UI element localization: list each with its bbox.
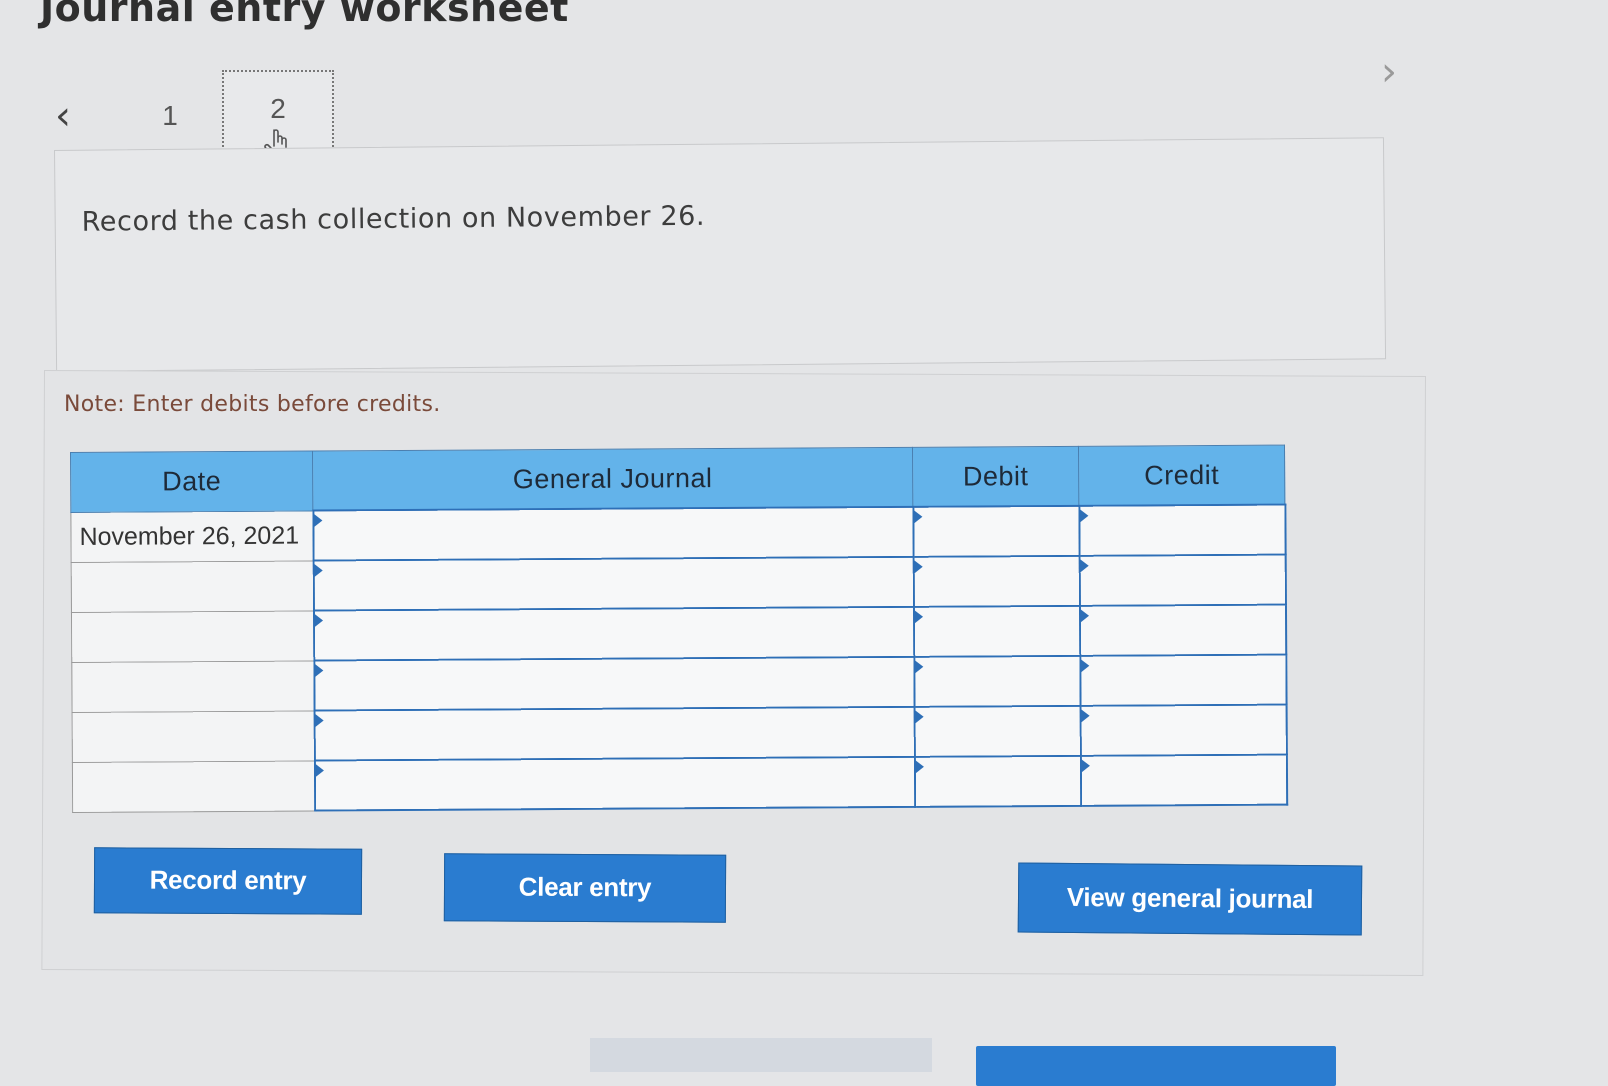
- account-cell[interactable]: [313, 556, 914, 611]
- table-row: [72, 754, 1287, 812]
- step-tab-label: 2: [270, 93, 286, 124]
- credit-cell[interactable]: [1079, 604, 1286, 656]
- table-header-row: Date General Journal Debit Credit: [70, 445, 1285, 512]
- date-cell[interactable]: [72, 710, 315, 762]
- credit-cell[interactable]: [1080, 754, 1287, 806]
- step-tab-1[interactable]: 1: [150, 96, 190, 136]
- debit-cell[interactable]: [913, 655, 1081, 707]
- dropdown-marker-icon: [314, 763, 324, 778]
- credit-cell[interactable]: [1079, 554, 1286, 606]
- account-cell[interactable]: [312, 506, 914, 561]
- dropdown-marker-icon: [1078, 508, 1088, 523]
- table-row: [71, 604, 1286, 662]
- dropdown-marker-icon: [1079, 608, 1089, 623]
- dropdown-marker-icon: [914, 709, 924, 724]
- step-tab-label: 1: [162, 100, 178, 131]
- debit-cell[interactable]: [914, 755, 1081, 807]
- table-row: [71, 654, 1287, 712]
- dropdown-marker-icon: [912, 509, 922, 524]
- dropdown-marker-icon: [1080, 758, 1090, 773]
- date-cell[interactable]: November 26, 2021: [70, 510, 314, 562]
- dropdown-marker-icon: [913, 609, 923, 624]
- dropdown-marker-icon: [913, 659, 923, 674]
- view-general-journal-button[interactable]: View general journal: [1017, 862, 1363, 936]
- column-header-general-journal: General Journal: [312, 447, 913, 511]
- date-cell[interactable]: [72, 760, 315, 812]
- credit-cell[interactable]: [1078, 504, 1286, 556]
- journal-table: Date General Journal Debit Credit Novemb…: [70, 445, 1288, 813]
- table-row: [72, 704, 1287, 762]
- date-cell[interactable]: [71, 560, 314, 612]
- credit-cell[interactable]: [1079, 654, 1287, 706]
- chevron-right-icon[interactable]: ›: [1372, 48, 1406, 96]
- page-title: Journal entry worksheet: [40, 0, 569, 30]
- dropdown-marker-icon: [314, 713, 324, 728]
- account-cell[interactable]: [314, 706, 915, 761]
- date-cell[interactable]: [71, 610, 314, 662]
- table-row: November 26, 2021: [70, 504, 1286, 562]
- table-row: [71, 554, 1286, 612]
- bottom-right-button[interactable]: [976, 1046, 1336, 1086]
- dropdown-marker-icon: [913, 559, 923, 574]
- dropdown-marker-icon: [313, 563, 323, 578]
- debit-cell[interactable]: [913, 605, 1080, 657]
- account-cell[interactable]: [313, 606, 914, 661]
- dropdown-marker-icon: [1079, 658, 1089, 673]
- dropdown-marker-icon: [313, 663, 323, 678]
- debit-cell[interactable]: [914, 705, 1081, 757]
- account-cell[interactable]: [313, 656, 915, 711]
- dropdown-marker-icon: [313, 613, 323, 628]
- column-header-date: Date: [70, 451, 313, 512]
- date-cell[interactable]: [71, 660, 315, 712]
- note-text: Note: Enter debits before credits.: [64, 392, 441, 417]
- bottom-left-button[interactable]: [590, 1038, 932, 1072]
- column-header-debit: Debit: [912, 446, 1079, 507]
- instruction-text: Record the cash collection on November 2…: [81, 200, 706, 238]
- instruction-panel: Record the cash collection on November 2…: [54, 137, 1387, 372]
- debit-cell[interactable]: [913, 555, 1080, 607]
- journal-table-wrap: Date General Journal Debit Credit Novemb…: [70, 445, 1288, 813]
- dropdown-marker-icon: [1080, 708, 1090, 723]
- clear-entry-button[interactable]: Clear entry: [443, 853, 727, 923]
- dropdown-marker-icon: [914, 759, 924, 774]
- chevron-left-icon[interactable]: ‹: [46, 92, 80, 140]
- column-header-credit: Credit: [1078, 445, 1285, 506]
- credit-cell[interactable]: [1080, 704, 1287, 756]
- dropdown-marker-icon: [312, 513, 322, 528]
- account-cell[interactable]: [314, 756, 915, 811]
- record-entry-button[interactable]: Record entry: [93, 847, 363, 915]
- dropdown-marker-icon: [1079, 558, 1089, 573]
- debit-cell[interactable]: [912, 505, 1080, 557]
